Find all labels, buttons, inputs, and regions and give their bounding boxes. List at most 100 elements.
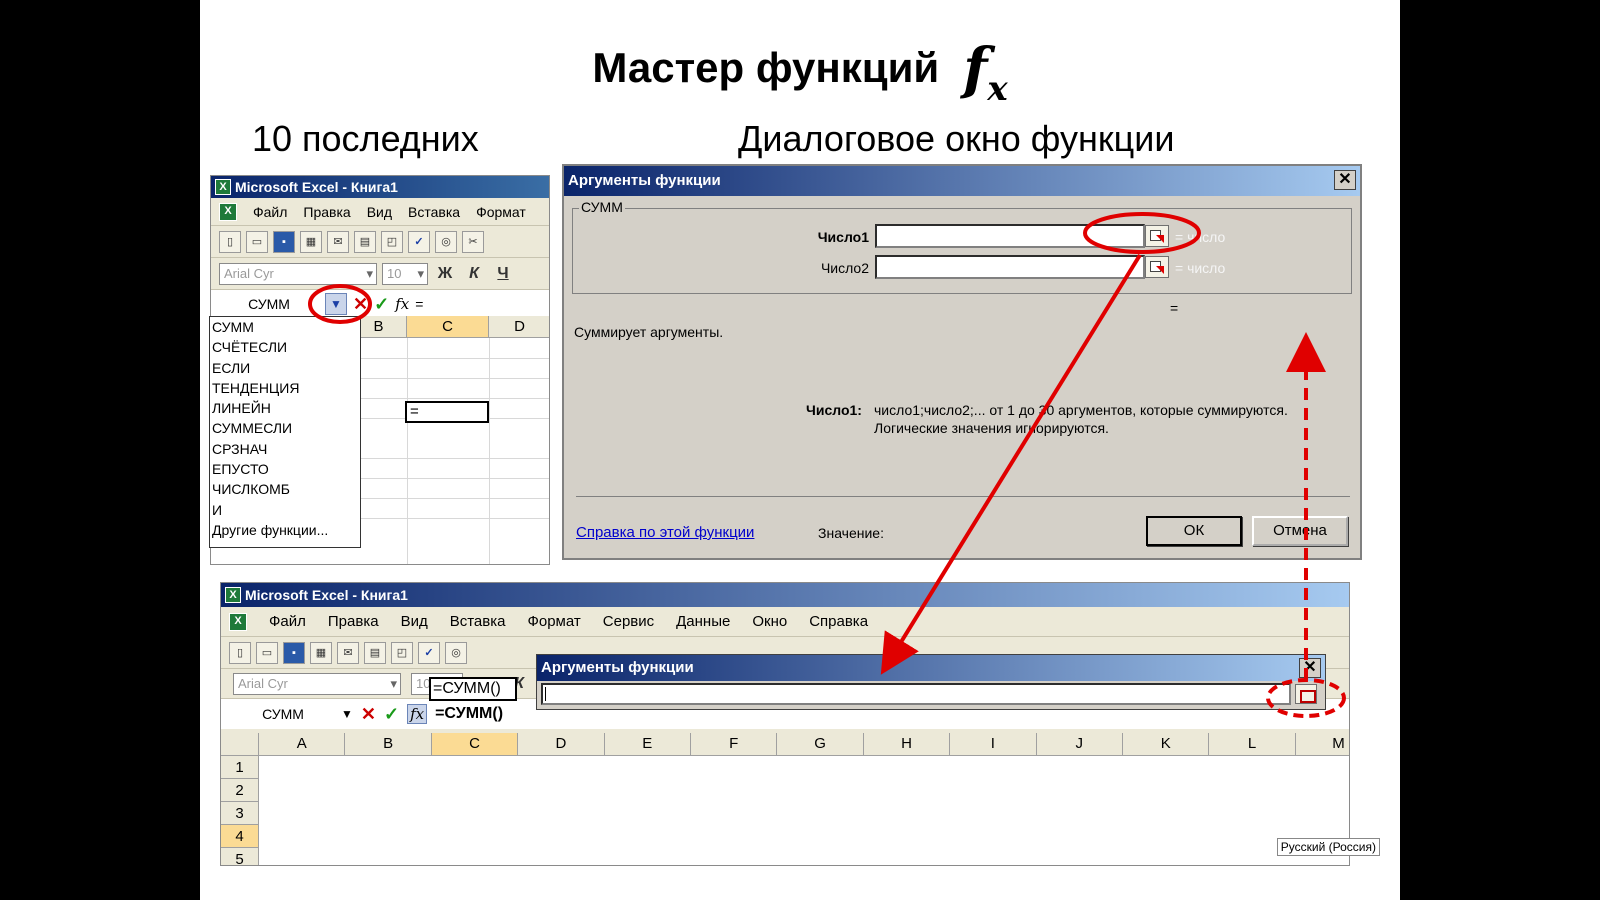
recent-function-item[interactable]: ЛИНЕЙН xyxy=(210,398,360,418)
research-icon[interactable]: ◎ xyxy=(445,641,467,664)
column-header[interactable]: H xyxy=(863,733,951,756)
select-all-corner[interactable] xyxy=(221,733,259,756)
cut-icon[interactable]: ✂ xyxy=(462,230,484,253)
language-indicator[interactable]: Русский (Россия) xyxy=(1276,838,1380,856)
row-header[interactable]: 4 xyxy=(221,825,259,848)
collapse-dialog-icon[interactable] xyxy=(1145,225,1169,247)
recent-function-item[interactable]: СЧЁТЕСЛИ xyxy=(210,337,360,357)
row-header[interactable]: 5 xyxy=(221,848,259,865)
save-icon[interactable]: ▪ xyxy=(273,230,295,253)
name-box[interactable]: СУММ xyxy=(233,706,333,722)
enter-icon[interactable]: ✓ xyxy=(384,704,399,725)
column-header[interactable]: J xyxy=(1036,733,1123,756)
spelling-icon[interactable]: ✓ xyxy=(408,230,430,253)
column-header[interactable]: C xyxy=(431,733,519,756)
print-preview-icon[interactable]: ◰ xyxy=(381,230,403,253)
column-header[interactable]: L xyxy=(1209,733,1296,756)
recent-function-item[interactable]: СУММ xyxy=(210,317,360,337)
sheet-grid[interactable]: ABCDEFGHIJKLM 12345 xyxy=(221,733,1349,865)
bold-button[interactable]: Ж xyxy=(433,265,457,283)
menu-data[interactable]: Данные xyxy=(676,613,730,630)
column-header[interactable]: M xyxy=(1295,733,1349,756)
ok-button[interactable]: ОК xyxy=(1146,516,1242,546)
menu-file[interactable]: Файл xyxy=(253,204,287,220)
cancel-button[interactable]: Отмена xyxy=(1252,516,1348,546)
column-header[interactable]: E xyxy=(604,733,691,756)
column-header[interactable]: F xyxy=(691,733,778,756)
arg2-input[interactable] xyxy=(875,255,1145,279)
menu-file[interactable]: Файл xyxy=(269,613,306,630)
recent-function-item[interactable]: И xyxy=(210,500,360,520)
row-header[interactable]: 1 xyxy=(221,756,259,779)
recent-function-item[interactable]: СРЗНАЧ xyxy=(210,439,360,459)
column-header[interactable]: A xyxy=(259,733,346,756)
menu-format[interactable]: Формат xyxy=(527,613,580,630)
open-icon[interactable]: ▭ xyxy=(246,230,268,253)
excel-doc-icon[interactable]: X xyxy=(219,202,237,221)
enter-icon[interactable]: ✓ xyxy=(374,294,389,315)
name-box-dropdown-icon[interactable]: ▼ xyxy=(341,707,353,721)
menu-insert[interactable]: Вставка xyxy=(450,613,506,630)
insert-function-icon[interactable]: fx xyxy=(395,295,409,313)
email-icon[interactable]: ✉ xyxy=(327,230,349,253)
insert-function-icon[interactable]: fx xyxy=(407,704,428,724)
print-icon[interactable]: ▤ xyxy=(364,641,386,664)
recent-function-item[interactable]: ЕСЛИ xyxy=(210,358,360,378)
active-cell[interactable]: =СУММ() xyxy=(429,677,517,701)
arg1-input[interactable] xyxy=(875,224,1145,248)
research-icon[interactable]: ◎ xyxy=(435,230,457,253)
menu-help[interactable]: Справка xyxy=(809,613,868,630)
close-icon[interactable]: ✕ xyxy=(1334,170,1356,190)
collapse-dialog-icon[interactable] xyxy=(1145,256,1169,278)
new-icon[interactable]: ▯ xyxy=(219,230,241,253)
print-icon[interactable]: ▤ xyxy=(354,230,376,253)
row-header[interactable]: 3 xyxy=(221,802,259,825)
permission-icon[interactable]: ▦ xyxy=(310,641,332,664)
open-icon[interactable]: ▭ xyxy=(256,641,278,664)
column-header[interactable]: G xyxy=(777,733,864,756)
permission-icon[interactable]: ▦ xyxy=(300,230,322,253)
column-header[interactable]: B xyxy=(345,733,432,756)
new-icon[interactable]: ▯ xyxy=(229,641,251,664)
cancel-icon[interactable]: ✕ xyxy=(353,294,368,315)
font-name-select[interactable]: Arial Cyr xyxy=(219,262,377,285)
help-link[interactable]: Справка по этой функции xyxy=(576,524,754,541)
underline-button[interactable]: Ч xyxy=(491,265,515,283)
menu-view[interactable]: Вид xyxy=(367,204,392,220)
function-dropdown-button[interactable]: ▼ xyxy=(325,293,347,315)
row-header[interactable]: 2 xyxy=(221,779,259,802)
formula-text[interactable]: =СУММ() xyxy=(435,705,503,723)
recent-function-item[interactable]: ЕПУСТО xyxy=(210,459,360,479)
excel-doc-icon[interactable]: X xyxy=(229,612,247,631)
column-header[interactable]: K xyxy=(1123,733,1210,756)
column-header[interactable]: D xyxy=(518,733,605,756)
menu-edit[interactable]: Правка xyxy=(303,204,350,220)
save-icon[interactable]: ▪ xyxy=(283,641,305,664)
formula-text[interactable]: = xyxy=(415,296,423,312)
font-size-select[interactable]: 10 xyxy=(382,262,428,285)
column-header[interactable]: D xyxy=(489,316,549,338)
menu-window[interactable]: Окно xyxy=(752,613,787,630)
close-icon[interactable]: ✕ xyxy=(1299,658,1321,678)
column-header[interactable]: C xyxy=(407,316,489,338)
argument-input[interactable] xyxy=(541,683,1291,705)
spelling-icon[interactable]: ✓ xyxy=(418,641,440,664)
menu-edit[interactable]: Правка xyxy=(328,613,379,630)
recent-function-item[interactable]: СУММЕСЛИ xyxy=(210,418,360,438)
active-cell[interactable]: = xyxy=(405,401,489,423)
menu-tools[interactable]: Сервис xyxy=(603,613,654,630)
italic-button[interactable]: К xyxy=(462,265,486,283)
email-icon[interactable]: ✉ xyxy=(337,641,359,664)
menu-insert[interactable]: Вставка xyxy=(408,204,460,220)
font-name-select[interactable]: Arial Cyr xyxy=(233,672,401,695)
name-box[interactable]: СУММ xyxy=(219,296,319,312)
menu-view[interactable]: Вид xyxy=(401,613,428,630)
menu-format[interactable]: Формат xyxy=(476,204,526,220)
expand-dialog-icon[interactable] xyxy=(1295,684,1317,704)
more-functions-item[interactable]: Другие функции... xyxy=(210,520,360,540)
column-header[interactable]: I xyxy=(950,733,1037,756)
recent-function-item[interactable]: ЧИСЛКОМБ xyxy=(210,479,360,499)
recent-function-item[interactable]: ТЕНДЕНЦИЯ xyxy=(210,378,360,398)
cancel-icon[interactable]: ✕ xyxy=(361,704,376,725)
print-preview-icon[interactable]: ◰ xyxy=(391,641,413,664)
